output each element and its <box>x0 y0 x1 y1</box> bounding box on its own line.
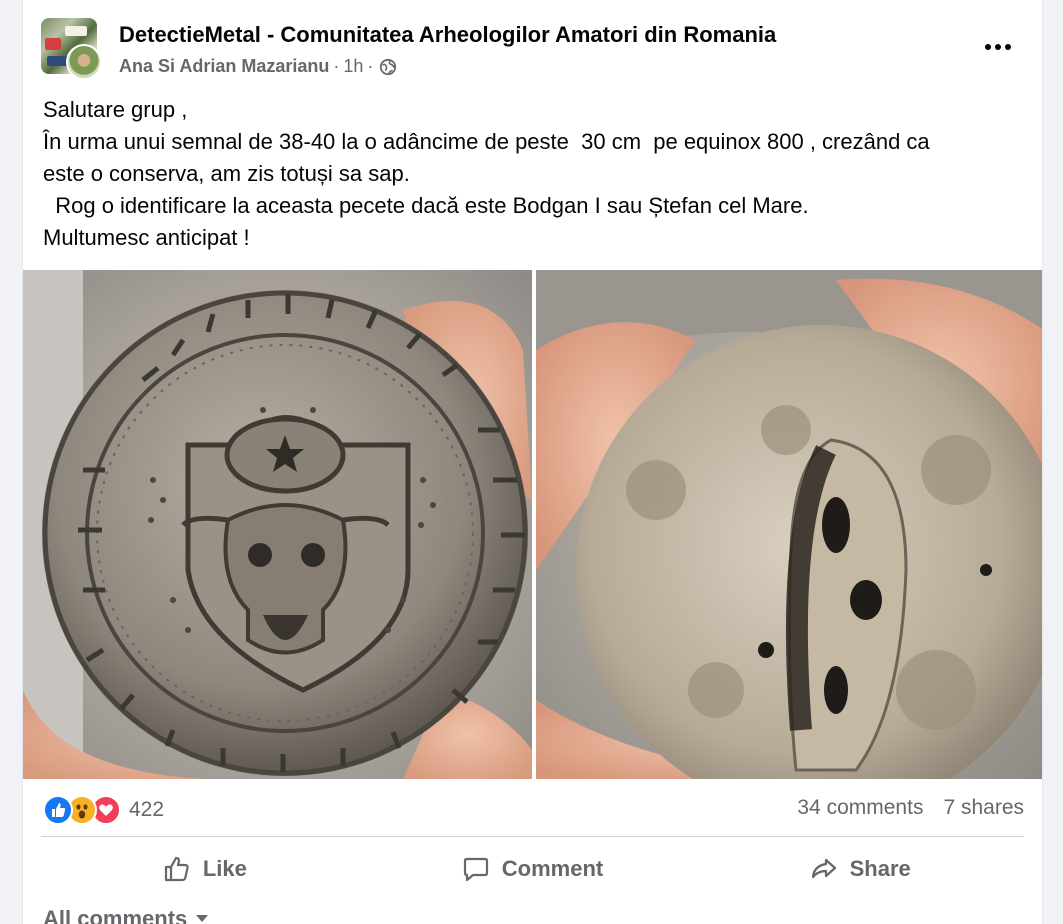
meta-separator: · <box>333 56 340 76</box>
like-button[interactable]: Like <box>41 842 369 896</box>
post-actions-bar: Like Comment Share <box>41 842 1024 896</box>
comment-button[interactable]: Comment <box>369 842 697 896</box>
post-photos <box>23 270 1042 779</box>
like-reaction-icon <box>43 795 73 825</box>
comment-icon <box>463 857 488 882</box>
caret-down-icon <box>196 915 209 922</box>
author-name-link[interactable]: Ana Si Adrian Mazarianu <box>119 56 329 77</box>
post-text-line: Salutare grup , <box>43 97 188 122</box>
comments-filter-dropdown[interactable]: All comments <box>43 906 209 924</box>
more-options-icon[interactable] <box>978 32 1018 62</box>
thumbs-up-icon <box>164 856 189 882</box>
engagement-counts: 34 comments 7 shares <box>797 796 1024 820</box>
meta-separator: · <box>367 56 374 76</box>
seal-back-photo[interactable] <box>536 270 1042 779</box>
comment-button-label: Comment <box>501 856 604 881</box>
post-body-text: Salutare grup , În urma unui semnal de 3… <box>43 94 1023 254</box>
globe-icon[interactable] <box>379 58 397 76</box>
reactions-summary[interactable]: 422 <box>43 792 164 828</box>
shares-count-link[interactable]: 7 shares <box>943 796 1024 820</box>
post-text-line: Multumesc anticipat ! <box>43 225 250 250</box>
reaction-count: 422 <box>129 798 165 821</box>
post-meta: Ana Si Adrian Mazarianu · 1h · <box>119 56 397 77</box>
comments-count-link[interactable]: 34 comments <box>797 796 923 820</box>
share-button[interactable]: Share <box>696 842 1024 896</box>
share-icon <box>811 858 836 879</box>
divider <box>41 836 1024 837</box>
post-time-link[interactable]: 1h <box>343 56 363 77</box>
seal-front-photo[interactable] <box>23 270 532 779</box>
post-text-line: Rog o identificare la aceasta pecete dac… <box>43 193 809 218</box>
like-button-label: Like <box>202 856 247 881</box>
share-button-label: Share <box>849 856 911 881</box>
post-header: DetectieMetal - Comunitatea Arheologilor… <box>41 18 1024 82</box>
author-avatar[interactable] <box>66 44 102 80</box>
comments-filter-label: All comments <box>43 906 188 924</box>
avatar-stack[interactable] <box>41 18 102 80</box>
post-text-line: În urma unui semnal de 38-40 la o adânci… <box>43 129 930 154</box>
post-text-line: este o conserva, am zis totuși sa sap. <box>43 161 410 186</box>
group-name-link[interactable]: DetectieMetal - Comunitatea Arheologilor… <box>119 22 776 48</box>
post-card: DetectieMetal - Comunitatea Arheologilor… <box>22 0 1043 924</box>
